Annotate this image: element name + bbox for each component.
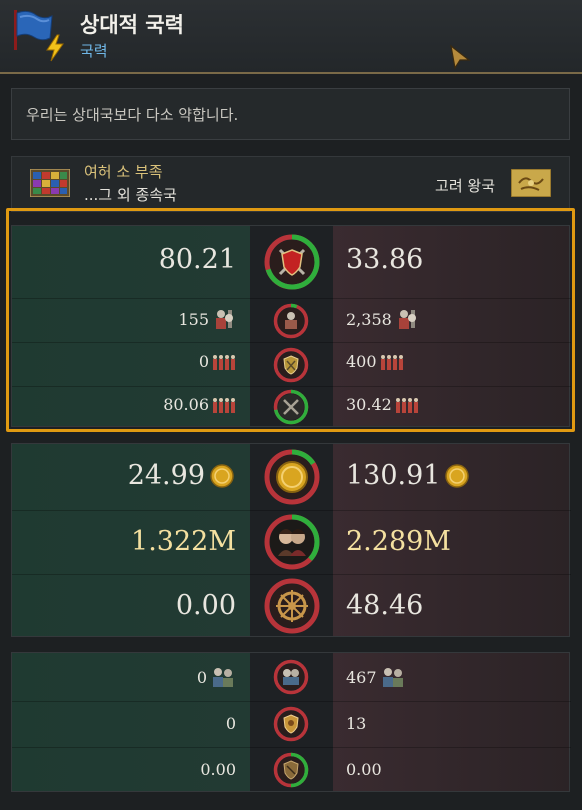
rival-population: 2.289M bbox=[346, 526, 451, 557]
our-gold: 24.99 bbox=[127, 460, 205, 491]
rival-value-cell: 2,358 bbox=[346, 308, 419, 330]
ratio-ring bbox=[264, 578, 320, 634]
rival-regiment-strength: 30.42 bbox=[346, 395, 392, 414]
knights-icon bbox=[272, 658, 310, 700]
window-subtitle[interactable]: 국력 bbox=[80, 40, 108, 61]
soldier-icon bbox=[216, 310, 233, 329]
ratio-ring bbox=[273, 389, 309, 425]
rival-gold: 130.91 bbox=[346, 460, 441, 491]
sides-bar: 여허 소 부족 ...그 외 종속국 고려 왕국 bbox=[11, 156, 570, 212]
rival-value-cell: 130.91 bbox=[346, 460, 471, 491]
our-value-cell: 0 bbox=[197, 666, 236, 688]
window-title: 상대적 국력 bbox=[80, 13, 184, 37]
rival-realm-name[interactable]: 고려 왕국 bbox=[435, 175, 495, 196]
our-vassals-label[interactable]: ...그 외 종속국 bbox=[84, 184, 177, 205]
our-value-cell: 24.99 bbox=[128, 460, 236, 491]
population-icon bbox=[262, 512, 322, 576]
regiment-icon bbox=[213, 354, 235, 370]
ratio-ring bbox=[264, 234, 320, 290]
military-panel: 80.21 33.86 155 2,358 0 400 80.06 30.42 bbox=[11, 225, 571, 428]
window-header: 상대적 국력 국력 bbox=[0, 0, 582, 74]
military-strength-row[interactable]: 80.21 33.86 bbox=[12, 226, 571, 298]
rival-value-cell: 30.42 bbox=[346, 395, 419, 414]
coat-of-arms-icon[interactable] bbox=[30, 169, 70, 197]
knights-icon bbox=[213, 668, 233, 687]
ratio-ring bbox=[264, 449, 320, 505]
rival-levy-count: 400 bbox=[346, 352, 377, 371]
economy-panel: 24.99 130.91 1.322M 2.289M 0.00 48.46 bbox=[11, 443, 571, 638]
regiment-icon bbox=[380, 354, 403, 370]
our-value-cell: 80.06 bbox=[163, 395, 236, 414]
gold-coin-icon bbox=[210, 463, 234, 488]
ratio-ring bbox=[273, 706, 309, 742]
our-knights-count: 0 bbox=[196, 667, 207, 687]
coat-of-arms-icon[interactable] bbox=[511, 169, 551, 197]
our-realm-name[interactable]: 여허 소 부족 bbox=[84, 161, 163, 182]
fortification-row[interactable]: 0 13 bbox=[12, 701, 571, 747]
population-row[interactable]: 1.322M 2.289M bbox=[12, 510, 571, 574]
gold-row[interactable]: 24.99 130.91 bbox=[12, 444, 571, 510]
ratio-ring bbox=[273, 752, 309, 788]
shield-icon bbox=[272, 705, 310, 747]
lightning-icon bbox=[46, 34, 64, 62]
our-military-strength: 80.21 bbox=[158, 244, 236, 275]
crossed-swords-icon bbox=[272, 388, 310, 430]
ratio-ring bbox=[273, 659, 309, 695]
ratio-ring bbox=[273, 347, 309, 383]
shield-icon bbox=[272, 751, 310, 793]
rival-value-cell: 400 bbox=[346, 352, 404, 371]
crossed-swords-shield-icon bbox=[262, 232, 322, 296]
our-fortification: 0 bbox=[225, 714, 236, 733]
our-value-cell: 0 bbox=[199, 352, 236, 371]
our-population: 1.322M bbox=[131, 526, 236, 557]
characters-panel: 0 467 0 13 0.00 0.00 bbox=[11, 652, 571, 793]
soldier-icon bbox=[398, 310, 416, 329]
our-value-cell: 155 bbox=[178, 308, 236, 330]
knights-row[interactable]: 0 467 bbox=[12, 653, 571, 701]
military-row[interactable]: 80.06 30.42 bbox=[12, 386, 571, 428]
naval-row[interactable]: 0.00 48.46 bbox=[12, 574, 571, 638]
our-defense: 0.00 bbox=[200, 760, 236, 779]
rival-value-cell: 467 bbox=[346, 666, 406, 688]
our-naval-strength: 0.00 bbox=[175, 590, 236, 621]
rival-defense: 0.00 bbox=[346, 760, 382, 779]
rival-men-at-arms-count: 2,358 bbox=[346, 309, 392, 329]
ship-wheel-icon bbox=[262, 576, 322, 640]
power-comparison-summary: 우리는 상대국보다 다소 약합니다. bbox=[11, 88, 570, 140]
knights-icon bbox=[382, 668, 403, 687]
our-men-at-arms-count: 155 bbox=[178, 309, 209, 329]
military-row[interactable]: 155 2,358 bbox=[12, 298, 571, 342]
defense-row[interactable]: 0.00 0.00 bbox=[12, 747, 571, 793]
rival-military-strength: 33.86 bbox=[346, 244, 424, 275]
ratio-ring bbox=[264, 514, 320, 570]
rival-knights-count: 467 bbox=[346, 667, 377, 687]
gold-coin-icon bbox=[262, 447, 322, 511]
our-regiment-strength: 80.06 bbox=[163, 395, 209, 414]
gold-coin-icon bbox=[445, 463, 470, 488]
rival-naval-strength: 48.46 bbox=[346, 590, 424, 621]
summary-text: 우리는 상대국보다 다소 약합니다. bbox=[26, 106, 239, 124]
military-row[interactable]: 0 400 bbox=[12, 342, 571, 386]
ratio-ring bbox=[273, 303, 309, 339]
regiment-icon bbox=[213, 397, 235, 413]
our-levy-count: 0 bbox=[198, 352, 209, 371]
shield-icon bbox=[272, 346, 310, 388]
regiment-icon bbox=[395, 397, 418, 413]
soldier-icon bbox=[272, 302, 310, 344]
rival-fortification: 13 bbox=[346, 714, 367, 733]
mouse-cursor-icon bbox=[450, 44, 471, 70]
